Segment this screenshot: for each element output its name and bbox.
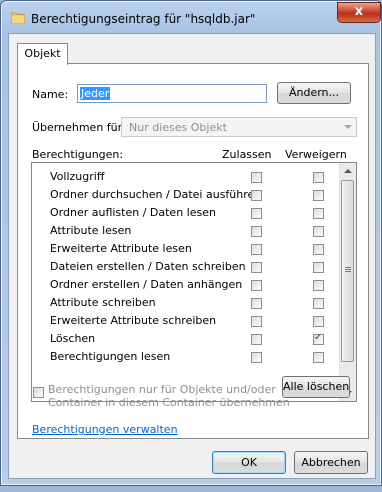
permission-name: Attribute lesen <box>50 224 132 237</box>
allow-checkbox[interactable] <box>251 172 262 183</box>
permission-name: Vollzugriff <box>50 170 105 183</box>
allow-checkbox[interactable] <box>251 190 262 201</box>
inherit-checkbox[interactable] <box>33 387 44 398</box>
dialog-client: Objekt Name: Jeder Ändern... Übernehmen … <box>8 33 376 479</box>
permission-name: Löschen <box>50 332 96 345</box>
allow-checkbox[interactable] <box>251 244 262 255</box>
permission-name: Ordner auflisten / Daten lesen <box>50 206 216 219</box>
deny-checkbox[interactable] <box>313 262 324 273</box>
ok-button[interactable]: OK <box>212 451 286 474</box>
scrollbar-thumb[interactable] <box>341 180 354 362</box>
deny-checkbox[interactable] <box>313 208 324 219</box>
dialog-window: Berechtigungseintrag für "hsqldb.jar" x … <box>0 0 382 486</box>
allow-column-header: Zulassen <box>222 148 272 161</box>
permission-row: Löschen <box>32 330 338 348</box>
permission-row: Erweiterte Attribute schreiben <box>32 312 338 330</box>
deny-checkbox[interactable] <box>313 244 324 255</box>
name-label: Name: <box>32 88 69 101</box>
deny-checkbox[interactable] <box>313 332 324 345</box>
apply-to-value: Nur dieses Objekt <box>129 121 227 134</box>
permission-row: Dateien erstellen / Daten schreiben <box>32 258 338 276</box>
deny-checkbox[interactable] <box>313 298 324 309</box>
permission-row: Ordner durchsuchen / Datei ausführen <box>32 186 338 204</box>
permission-name: Berechtigungen lesen <box>50 350 171 363</box>
inherit-label-line2: Container in diesem Container übernehmen <box>48 396 290 409</box>
inherit-label-line1: Berechtigungen nur für Objekte und/oder <box>48 383 276 396</box>
permission-name: Ordner erstellen / Daten anhängen <box>50 278 243 291</box>
permissions-list[interactable]: Vollzugriff Ordner durchsuchen / Datei au… <box>31 162 357 402</box>
folder-icon <box>11 12 25 24</box>
deny-checkbox[interactable] <box>313 316 324 327</box>
allow-checkbox[interactable] <box>251 298 262 309</box>
permissions-scrollbar[interactable] <box>339 163 356 401</box>
permissions-label: Berechtigungen: <box>32 148 124 161</box>
permission-name: Attribute schreiben <box>50 296 156 309</box>
apply-to-label: Übernehmen für: <box>32 121 126 134</box>
permission-row: Vollzugriff <box>32 168 338 186</box>
allow-checkbox[interactable] <box>251 280 262 291</box>
title-bar[interactable]: Berechtigungseintrag für "hsqldb.jar" x <box>7 2 381 30</box>
deny-column-header: Verweigern <box>285 148 347 161</box>
allow-checkbox[interactable] <box>251 352 262 363</box>
permission-row: Ordner erstellen / Daten anhängen <box>32 276 338 294</box>
permission-row: Ordner auflisten / Daten lesen <box>32 204 338 222</box>
deny-checkbox[interactable] <box>313 352 324 363</box>
permission-row: Attribute lesen <box>32 222 338 240</box>
allow-checkbox[interactable] <box>251 226 262 237</box>
deny-checkbox[interactable] <box>313 280 324 291</box>
name-field-value: Jeder <box>80 87 111 100</box>
permission-name: Erweiterte Attribute schreiben <box>50 314 217 327</box>
allow-checkbox[interactable] <box>251 262 262 273</box>
tab-objekt[interactable]: Objekt <box>17 43 68 65</box>
permission-name: Ordner durchsuchen / Datei ausführen <box>50 188 262 201</box>
allow-checkbox[interactable] <box>251 334 262 345</box>
manage-permissions-link[interactable]: Berechtigungen verwalten <box>32 423 178 436</box>
deny-checkbox[interactable] <box>313 190 324 201</box>
clear-all-button[interactable]: Alle löschen <box>282 376 350 398</box>
cancel-button[interactable]: Abbrechen <box>294 451 368 474</box>
window-title: Berechtigungseintrag für "hsqldb.jar" <box>31 12 256 26</box>
permission-row: Erweiterte Attribute lesen <box>32 240 338 258</box>
scroll-up-icon[interactable] <box>344 169 352 173</box>
change-button[interactable]: Ändern... <box>277 82 351 104</box>
permission-row: Attribute schreiben <box>32 294 338 312</box>
chevron-down-icon <box>344 125 352 129</box>
permission-name: Dateien erstellen / Daten schreiben <box>50 260 246 273</box>
allow-checkbox[interactable] <box>251 208 262 219</box>
deny-checkbox[interactable] <box>313 226 324 237</box>
apply-to-select[interactable]: Nur dieses Objekt <box>121 117 357 137</box>
permission-name: Erweiterte Attribute lesen <box>50 242 192 255</box>
deny-checkbox[interactable] <box>313 172 324 183</box>
name-field[interactable]: Jeder <box>77 84 267 103</box>
permission-row: Berechtigungen lesen <box>32 348 338 366</box>
allow-checkbox[interactable] <box>251 316 262 327</box>
close-button[interactable]: x <box>337 2 381 23</box>
